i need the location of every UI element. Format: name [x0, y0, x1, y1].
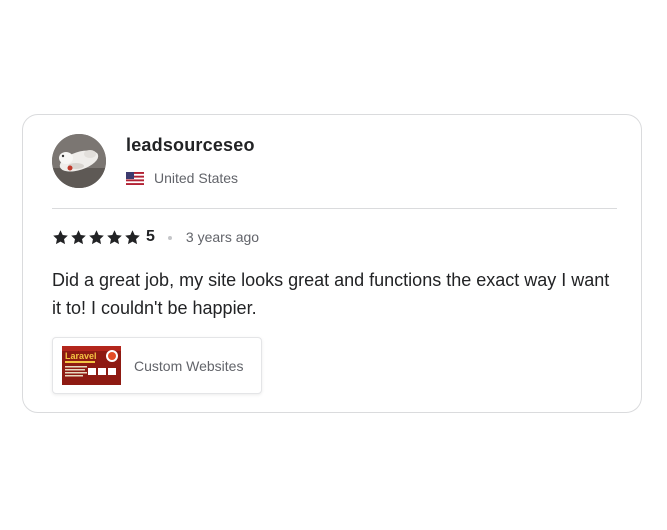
star-icon	[125, 229, 140, 244]
star-icon	[53, 229, 68, 244]
star-icon	[89, 229, 104, 244]
divider	[52, 208, 617, 209]
gig-label: Custom Websites	[134, 357, 244, 374]
reviewer-username[interactable]: leadsourceseo	[126, 135, 255, 156]
avatar-image	[52, 134, 106, 188]
rating-row: 5 3 years ago	[52, 228, 259, 246]
star-icon	[107, 229, 122, 244]
separator-dot	[167, 236, 172, 240]
review-card: leadsourceseo United States 5 3 years ag…	[22, 114, 642, 413]
star-rating	[52, 229, 141, 246]
gig-thumbnail: Laravel	[62, 346, 121, 385]
gig-link[interactable]: Laravel Custom Websites	[52, 337, 262, 394]
avatar[interactable]	[52, 134, 106, 188]
gig-thumb-title: Laravel	[65, 351, 97, 361]
star-icon	[71, 229, 86, 244]
reviewer-country: United States	[126, 170, 238, 186]
country-name: United States	[154, 170, 239, 186]
rating-value: 5	[146, 228, 155, 245]
review-text: Did a great job, my site looks great and…	[52, 270, 610, 318]
review-time: 3 years ago	[185, 229, 260, 245]
us-flag-icon	[126, 171, 144, 185]
